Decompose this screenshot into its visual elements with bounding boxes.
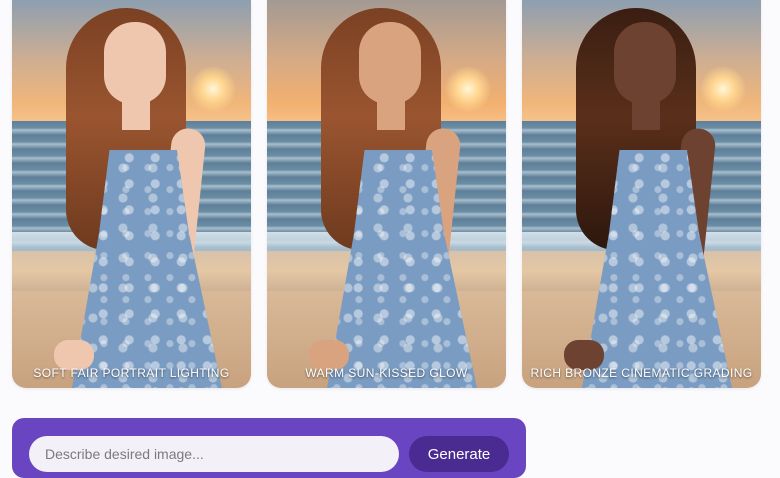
generate-button[interactable]: Generate xyxy=(409,436,509,472)
image-card-warm-glow[interactable]: WARM SUN-KISSED GLOW xyxy=(267,0,506,388)
image-card-rich-bronze[interactable]: RICH BRONZE CINEMATIC GRADING xyxy=(522,0,761,388)
prompt-input[interactable] xyxy=(29,436,399,472)
portrait-image xyxy=(267,0,506,388)
card-caption: RICH BRONZE CINEMATIC GRADING xyxy=(530,366,753,380)
prompt-bar: Generate xyxy=(12,418,526,478)
portrait-image xyxy=(12,0,251,388)
portrait-image xyxy=(522,0,761,388)
card-caption: SOFT FAIR PORTRAIT LIGHTING xyxy=(33,366,230,380)
image-card-soft-fair[interactable]: SOFT FAIR PORTRAIT LIGHTING xyxy=(12,0,251,388)
card-caption: WARM SUN-KISSED GLOW xyxy=(305,366,468,380)
